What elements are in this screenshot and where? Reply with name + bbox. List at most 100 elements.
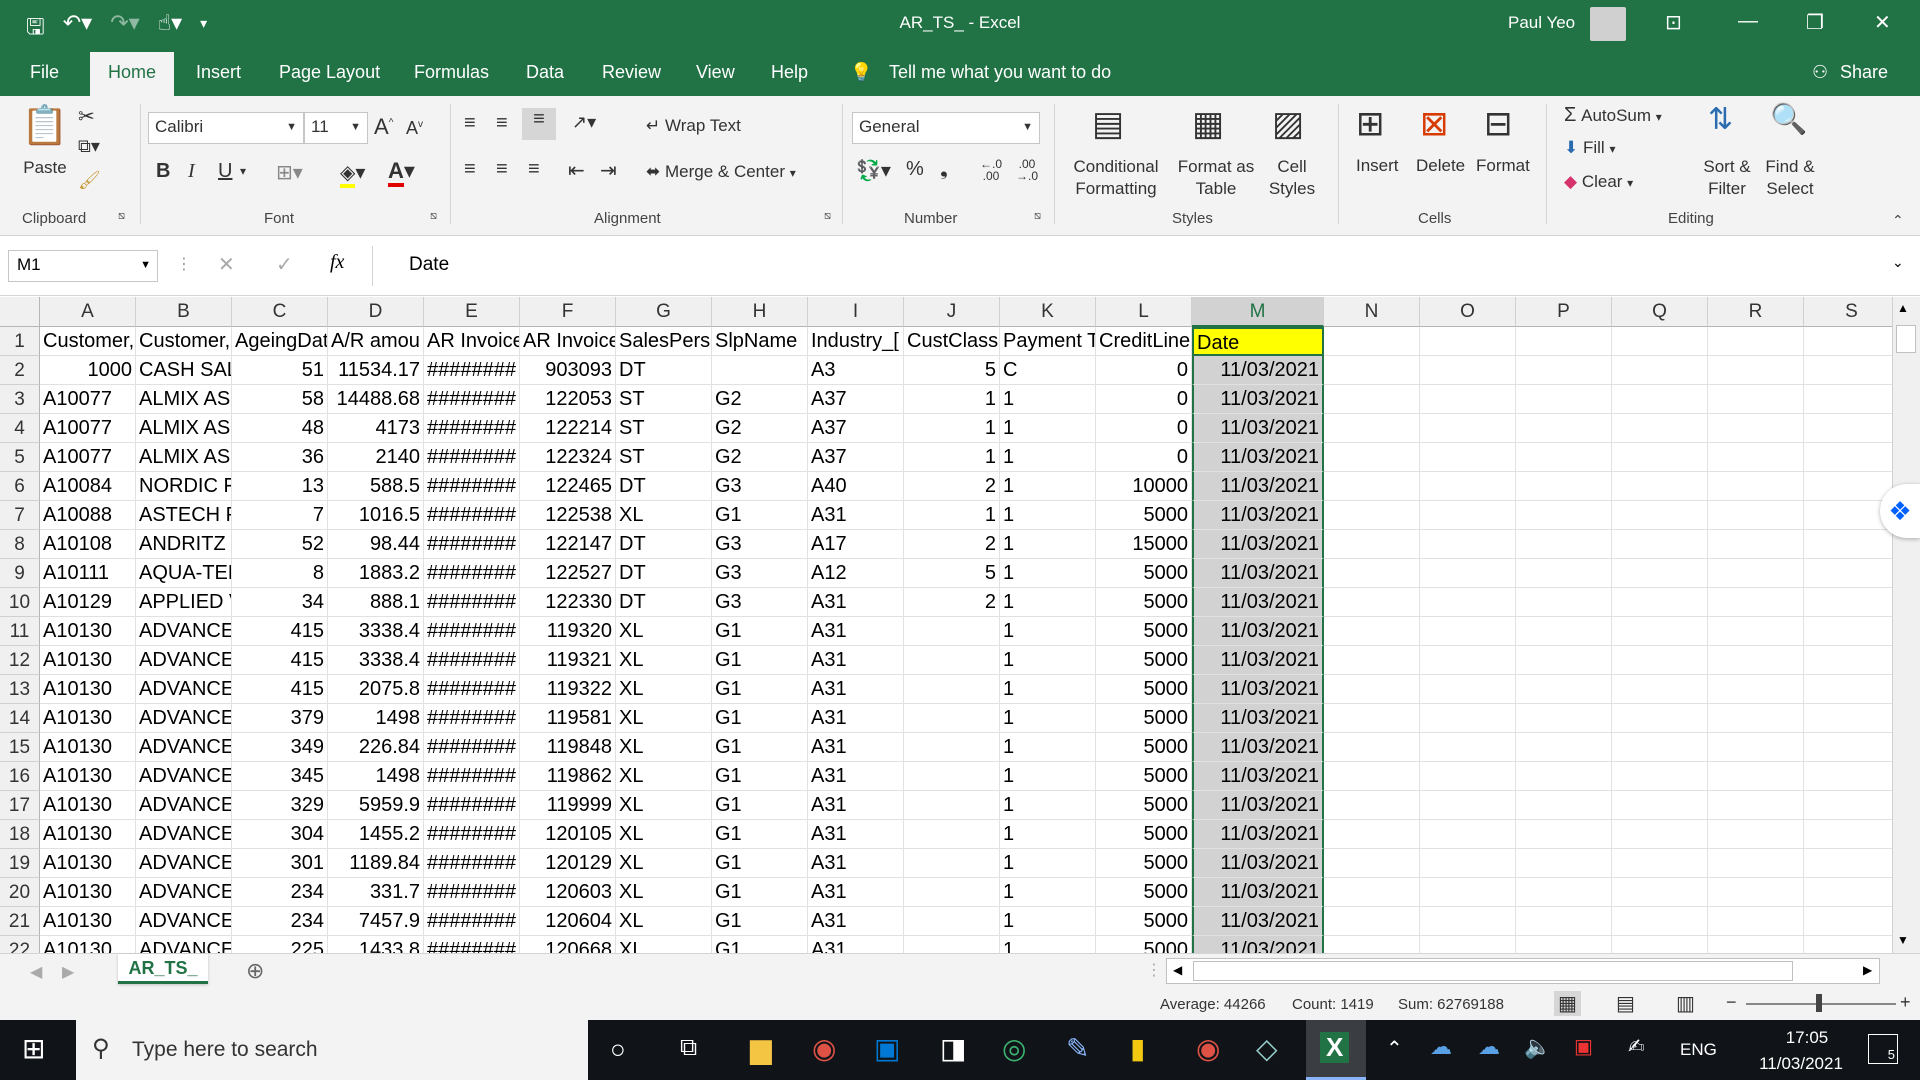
table-cell[interactable]: A10084 (40, 472, 136, 501)
table-cell[interactable] (1516, 907, 1612, 936)
table-cell[interactable]: A10130 (40, 907, 136, 936)
table-cell[interactable]: ALMIX ASI (136, 414, 232, 443)
app-icon[interactable]: ◇ (1256, 1032, 1278, 1065)
table-cell[interactable]: 1 (1000, 385, 1096, 414)
column-header-f[interactable]: F (520, 297, 616, 327)
table-cell[interactable] (1324, 472, 1420, 501)
table-cell[interactable]: ALMIX ASI (136, 385, 232, 414)
table-cell[interactable]: ######## (424, 878, 520, 907)
table-cell[interactable]: 2 (904, 588, 1000, 617)
table-cell[interactable] (1420, 588, 1516, 617)
table-cell[interactable]: 349 (232, 733, 328, 762)
conditional-formatting-icon[interactable]: ▤ (1092, 104, 1124, 144)
table-cell[interactable]: ######## (424, 820, 520, 849)
column-header-c[interactable]: C (232, 297, 328, 327)
table-cell[interactable]: 5000 (1096, 762, 1192, 791)
table-cell[interactable]: A10111 (40, 559, 136, 588)
taskbar-search-box[interactable]: ⚲ Type here to search (76, 1020, 588, 1080)
table-cell[interactable] (1708, 791, 1804, 820)
table-cell[interactable] (1516, 588, 1612, 617)
table-cell[interactable]: 5000 (1096, 617, 1192, 646)
table-cell[interactable]: ######## (424, 559, 520, 588)
table-cell[interactable]: A10077 (40, 414, 136, 443)
table-cell[interactable]: A10088 (40, 501, 136, 530)
table-cell[interactable] (1804, 820, 1892, 849)
table-cell[interactable]: 304 (232, 820, 328, 849)
table-cell[interactable]: 122538 (520, 501, 616, 530)
column-header-a[interactable]: A (40, 297, 136, 327)
table-cell[interactable] (1612, 530, 1708, 559)
table-cell[interactable]: A31 (808, 849, 904, 878)
font-color-icon[interactable]: A▾ (388, 158, 415, 187)
user-name[interactable]: Paul Yeo (1508, 13, 1575, 33)
table-cell[interactable]: G1 (712, 501, 808, 530)
table-cell[interactable]: ######## (424, 849, 520, 878)
table-cell[interactable]: 122330 (520, 588, 616, 617)
table-cell[interactable] (1516, 733, 1612, 762)
font-launcher-icon[interactable]: ⧅ (430, 210, 437, 223)
table-cell[interactable] (1708, 414, 1804, 443)
table-cell[interactable]: ######## (424, 414, 520, 443)
table-cell[interactable] (1420, 936, 1516, 953)
table-cell[interactable]: 11/03/2021 (1192, 472, 1324, 501)
zoom-out-icon[interactable]: − (1726, 992, 1737, 1013)
column-header-m[interactable]: M (1192, 297, 1324, 327)
table-cell[interactable]: 122527 (520, 559, 616, 588)
table-cell[interactable] (1708, 878, 1804, 907)
table-cell[interactable]: DT (616, 588, 712, 617)
row-header[interactable]: 14 (0, 704, 40, 733)
table-cell[interactable] (1804, 762, 1892, 791)
table-cell[interactable]: A31 (808, 762, 904, 791)
table-cell[interactable]: A37 (808, 385, 904, 414)
table-cell[interactable]: ANDRITZ S (136, 530, 232, 559)
paint-icon[interactable]: ✎ (1066, 1032, 1089, 1065)
table-cell[interactable]: 119999 (520, 791, 616, 820)
table-cell[interactable] (1804, 704, 1892, 733)
table-cell[interactable] (1708, 617, 1804, 646)
table-cell[interactable] (1804, 878, 1892, 907)
table-cell[interactable]: XL (616, 646, 712, 675)
table-cell[interactable]: 119581 (520, 704, 616, 733)
table-cell[interactable]: 11/03/2021 (1192, 878, 1324, 907)
table-cell[interactable]: 0 (1096, 356, 1192, 385)
table-cell[interactable]: 119320 (520, 617, 616, 646)
table-cell[interactable]: ######## (424, 704, 520, 733)
table-cell[interactable]: 11/03/2021 (1192, 762, 1324, 791)
fill-color-icon[interactable]: ◈▾ (340, 160, 365, 188)
normal-view-icon[interactable]: ▦ (1554, 991, 1581, 1016)
table-cell[interactable]: ADVANCEI (136, 907, 232, 936)
table-cell[interactable]: 11/03/2021 (1192, 646, 1324, 675)
onedrive-icon[interactable]: ☁ (1478, 1034, 1500, 1060)
table-cell[interactable]: 5000 (1096, 791, 1192, 820)
font-name-select[interactable]: Calibri ▼ (148, 112, 304, 144)
table-cell[interactable]: 122147 (520, 530, 616, 559)
table-cell[interactable]: 0 (1096, 414, 1192, 443)
zoom-thumb[interactable] (1816, 994, 1822, 1012)
table-cell[interactable]: A10130 (40, 675, 136, 704)
table-cell[interactable] (904, 849, 1000, 878)
table-cell[interactable]: 5000 (1096, 675, 1192, 704)
add-sheet-icon[interactable]: ⊕ (246, 958, 264, 984)
table-cell[interactable]: 11/03/2021 (1192, 588, 1324, 617)
cortana-icon[interactable]: ○ (610, 1034, 626, 1065)
table-cell[interactable] (1324, 878, 1420, 907)
accounting-format-icon[interactable]: 💱▾ (856, 158, 891, 183)
table-cell[interactable]: G1 (712, 849, 808, 878)
table-cell[interactable]: ASTECH PT (136, 501, 232, 530)
cell-styles-icon[interactable]: ▨ (1272, 104, 1304, 144)
table-cell[interactable]: A40 (808, 472, 904, 501)
table-cell[interactable]: G1 (712, 675, 808, 704)
chevron-down-icon[interactable]: ▾ (240, 164, 246, 178)
table-cell[interactable]: ADVANCEI (136, 762, 232, 791)
table-cell[interactable]: 5000 (1096, 820, 1192, 849)
table-cell[interactable] (1612, 501, 1708, 530)
table-cell[interactable]: 1 (1000, 501, 1096, 530)
table-cell[interactable]: 120105 (520, 820, 616, 849)
table-cell[interactable]: A10130 (40, 733, 136, 762)
table-cell[interactable]: ######## (424, 530, 520, 559)
tab-formulas[interactable]: Formulas (414, 62, 489, 83)
tab-file[interactable]: File (30, 62, 59, 83)
table-cell[interactable] (1516, 936, 1612, 953)
scroll-thumb[interactable] (1896, 325, 1916, 353)
table-cell[interactable] (1516, 414, 1612, 443)
